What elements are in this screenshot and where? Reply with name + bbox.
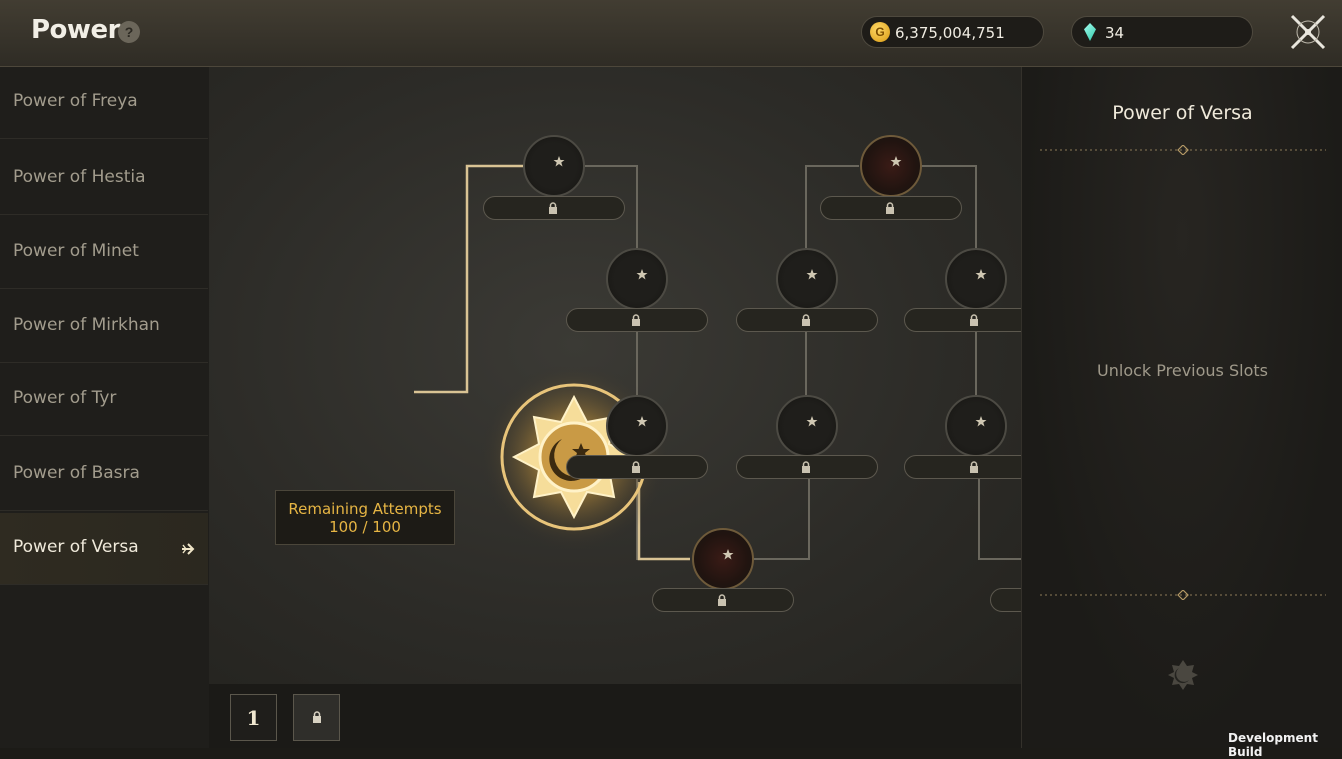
lock-icon xyxy=(718,594,726,606)
power-node-special[interactable] xyxy=(860,135,922,197)
page-title: Power xyxy=(31,15,120,45)
crescent-star-icon xyxy=(627,415,648,437)
locked-slot[interactable] xyxy=(736,455,878,479)
sidebar-item-label: Power of Freya xyxy=(13,91,138,111)
page-tab-1[interactable]: 1 xyxy=(230,694,277,741)
gold-coin-icon: G xyxy=(870,22,890,42)
crescent-star-icon xyxy=(713,548,734,570)
locked-slot[interactable] xyxy=(566,308,708,332)
crescent-star-icon xyxy=(544,155,565,177)
crescent-star-icon xyxy=(627,268,648,290)
crescent-star-icon xyxy=(881,155,902,177)
power-node[interactable] xyxy=(945,248,1007,310)
sidebar-item-label: Power of Mirkhan xyxy=(13,315,160,335)
sidebar-item-minet[interactable]: Power of Minet xyxy=(0,217,208,289)
lock-icon xyxy=(632,314,640,326)
locked-slot[interactable] xyxy=(566,455,708,479)
sidebar: Power of Freya Power of Hestia Power of … xyxy=(0,67,210,748)
sidebar-item-label: Power of Tyr xyxy=(13,388,117,408)
locked-slot[interactable] xyxy=(820,196,962,220)
sidebar-item-label: Power of Minet xyxy=(13,241,139,261)
page-tabs-bar: 1 xyxy=(209,684,1021,748)
crescent-star-icon xyxy=(966,415,987,437)
power-node[interactable] xyxy=(606,395,668,457)
gem-currency: 34 xyxy=(1071,16,1253,48)
locked-slot[interactable] xyxy=(904,308,1021,332)
watermark: Development Build xyxy=(1228,731,1318,759)
locked-slot[interactable] xyxy=(652,588,794,612)
detail-message: Unlock Previous Slots xyxy=(1097,361,1268,380)
remaining-attempts: Remaining Attempts 100 / 100 xyxy=(275,490,455,545)
top-bar: Power ? G 6,375,004,751 34 xyxy=(0,0,1342,67)
detail-panel: Power of Versa Unlock Previous Slots xyxy=(1021,67,1342,748)
ornament-divider xyxy=(1040,145,1326,155)
lock-icon xyxy=(632,461,640,473)
arrow-right-icon xyxy=(182,543,195,555)
sidebar-item-basra[interactable]: Power of Basra xyxy=(0,439,208,511)
lock-icon xyxy=(970,314,978,326)
crescent-star-icon xyxy=(966,268,987,290)
help-button[interactable]: ? xyxy=(118,21,140,43)
attempts-label: Remaining Attempts xyxy=(288,500,442,518)
power-node[interactable] xyxy=(776,248,838,310)
attempts-value: 100 / 100 xyxy=(329,518,401,536)
lock-icon xyxy=(886,202,894,214)
power-node[interactable] xyxy=(945,395,1007,457)
crescent-star-icon xyxy=(797,415,818,437)
locked-slot[interactable] xyxy=(483,196,625,220)
sidebar-item-hestia[interactable]: Power of Hestia xyxy=(0,143,208,215)
gold-amount: 6,375,004,751 xyxy=(895,24,1005,42)
crescent-star-icon xyxy=(1168,660,1198,690)
gem-amount: 34 xyxy=(1105,24,1125,42)
page-tab-label: 1 xyxy=(246,706,261,730)
crescent-star-icon xyxy=(797,268,818,290)
locked-slot[interactable] xyxy=(736,308,878,332)
ornament-divider xyxy=(1040,590,1326,600)
power-node-special[interactable] xyxy=(692,528,754,590)
close-button[interactable] xyxy=(1288,12,1328,52)
power-tree-canvas: Remaining Attempts 100 / 100 xyxy=(209,67,1021,684)
lock-icon xyxy=(970,461,978,473)
sidebar-item-versa[interactable]: Power of Versa xyxy=(0,513,208,585)
lock-icon xyxy=(802,461,810,473)
sidebar-item-label: Power of Hestia xyxy=(13,167,146,187)
power-node[interactable] xyxy=(776,395,838,457)
lock-icon xyxy=(549,202,557,214)
sidebar-item-freya[interactable]: Power of Freya xyxy=(0,67,208,139)
page-tab-locked[interactable] xyxy=(293,694,340,741)
sidebar-item-label: Power of Versa xyxy=(13,537,139,557)
sidebar-item-mirkhan[interactable]: Power of Mirkhan xyxy=(0,291,208,363)
locked-slot[interactable] xyxy=(904,455,1021,479)
gem-icon xyxy=(1084,23,1096,41)
detail-title: Power of Versa xyxy=(1112,102,1253,124)
sidebar-item-label: Power of Basra xyxy=(13,463,140,483)
close-icon xyxy=(1290,14,1326,50)
sidebar-item-tyr[interactable]: Power of Tyr xyxy=(0,364,208,436)
lock-icon xyxy=(802,314,810,326)
lock-icon xyxy=(313,711,321,723)
locked-slot[interactable] xyxy=(990,588,1021,612)
power-node[interactable] xyxy=(523,135,585,197)
gold-currency: G 6,375,004,751 xyxy=(861,16,1044,48)
power-node[interactable] xyxy=(606,248,668,310)
